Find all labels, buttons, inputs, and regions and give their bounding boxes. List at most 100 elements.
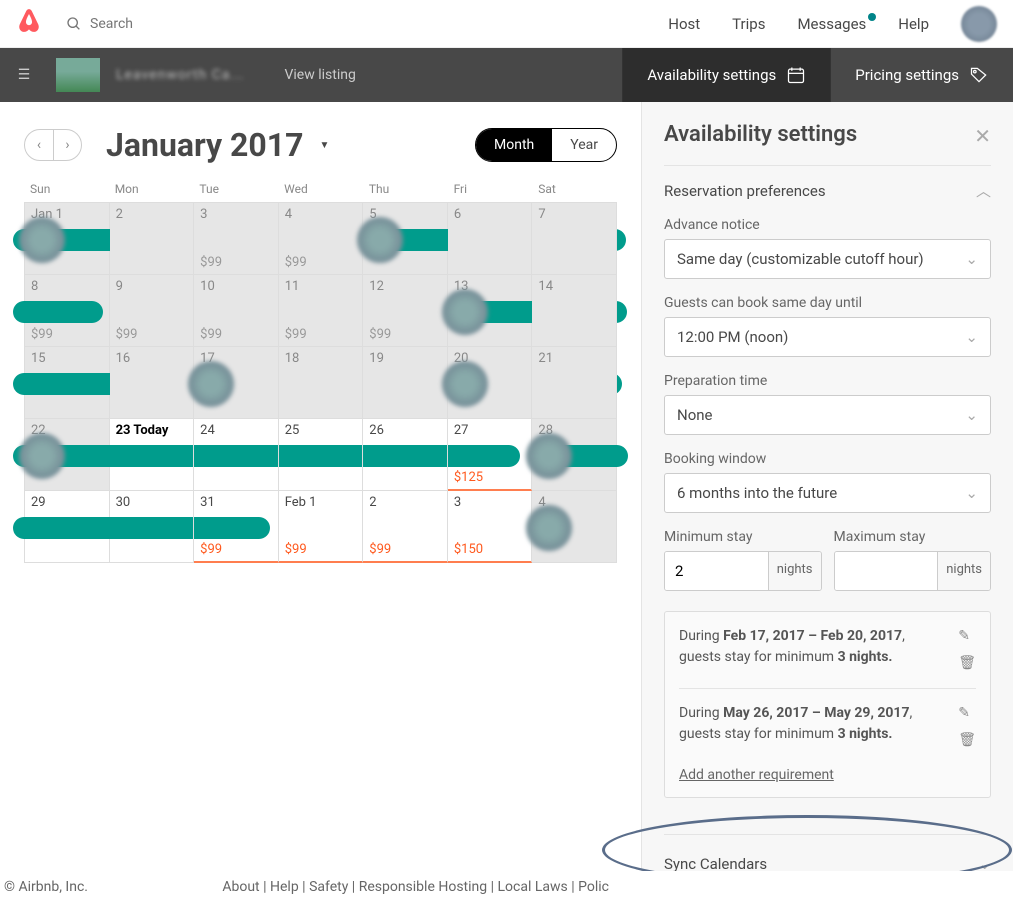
nav-help[interactable]: Help	[898, 15, 929, 33]
price: $99	[116, 327, 138, 342]
calendar-cell[interactable]: 2$99	[363, 491, 448, 563]
chevron-down-icon: ⌄	[965, 484, 978, 502]
month-dropdown-icon[interactable]: ▼	[319, 140, 329, 151]
close-icon[interactable]: ✕	[974, 124, 991, 148]
day-number: 29	[31, 495, 103, 510]
avatar[interactable]	[961, 6, 997, 42]
availability-panel: Availability settings ✕ Reservation pref…	[641, 102, 1013, 893]
price: $150	[454, 542, 483, 557]
day-number: 3	[200, 207, 272, 222]
price: $99	[369, 542, 391, 557]
nav-host[interactable]: Host	[668, 15, 700, 33]
day-number: 3	[454, 495, 526, 510]
calendar-cell[interactable]: 10$99	[194, 275, 279, 347]
copyright: © Airbnb, Inc.	[4, 879, 88, 895]
footer-link[interactable]: About	[222, 879, 259, 895]
booking-window-select[interactable]: 6 months into the future⌄	[664, 473, 991, 513]
day-number: 30	[116, 495, 188, 510]
chevron-down-icon: ⌄	[965, 250, 978, 268]
view-listing-link[interactable]: View listing	[284, 67, 355, 83]
day-number: 27	[454, 423, 526, 438]
day-number: 24	[200, 423, 272, 438]
prep-time-label: Preparation time	[664, 373, 991, 389]
calendar-cell[interactable]: 4	[532, 491, 617, 563]
calendar-cell[interactable]: 13	[448, 275, 533, 347]
nav-trips[interactable]: Trips	[732, 15, 765, 33]
delete-icon[interactable]: 🗑	[958, 653, 976, 674]
calendar-cell[interactable]: 21	[532, 347, 617, 419]
calendar-cell[interactable]: 6	[448, 203, 533, 275]
calendar-cell[interactable]: 9$99	[110, 275, 195, 347]
edit-icon[interactable]: ✎	[958, 703, 976, 724]
nav-messages[interactable]: Messages	[797, 15, 866, 33]
requirement-item: During May 26, 2017 – May 29, 2017, gues…	[679, 688, 976, 751]
calendar-panel: ‹ › January 2017 ▼ Month Year SunMonTueW…	[0, 102, 641, 893]
footer-link[interactable]: Help	[270, 879, 299, 895]
prev-month-button[interactable]: ‹	[25, 130, 53, 160]
pricing-settings-tab[interactable]: Pricing settings	[830, 48, 1013, 102]
calendar-cell[interactable]: 7	[532, 203, 617, 275]
calendar-cell[interactable]: Feb 1$99	[279, 491, 364, 563]
calendar-cell[interactable]: 14	[532, 275, 617, 347]
prep-time-select[interactable]: None⌄	[664, 395, 991, 435]
day-number: 25	[285, 423, 357, 438]
reservation-bar[interactable]	[13, 301, 103, 323]
calendar-cell[interactable]: 11$99	[279, 275, 364, 347]
calendar-icon	[786, 65, 806, 85]
calendar-cell[interactable]: 15	[25, 347, 110, 419]
calendar-cell[interactable]: 26	[363, 419, 448, 491]
footer-link[interactable]: Polic	[578, 879, 609, 895]
availability-settings-tab[interactable]: Availability settings	[622, 48, 830, 102]
reservation-preferences-section[interactable]: Reservation preferences︿	[664, 180, 991, 201]
next-month-button[interactable]: ›	[53, 130, 81, 160]
calendar-cell[interactable]: 18	[279, 347, 364, 419]
calendar-cell[interactable]: 5	[363, 203, 448, 275]
delete-icon[interactable]: 🗑	[958, 730, 976, 751]
menu-icon[interactable]: ☰	[0, 67, 48, 83]
guest-avatar	[442, 361, 488, 407]
listing-name: Leavenworth Ca...	[116, 67, 244, 83]
min-stay-input[interactable]: nights	[664, 551, 822, 591]
price: $99	[200, 327, 222, 342]
calendar-cell[interactable]: 29	[25, 491, 110, 563]
calendar-cell[interactable]: 16	[110, 347, 195, 419]
calendar-cell[interactable]: 31$99	[194, 491, 279, 563]
logo-icon[interactable]	[16, 6, 42, 41]
calendar-cell[interactable]: 2	[110, 203, 195, 275]
calendar-cell[interactable]: 3 $150	[448, 491, 533, 563]
add-requirement-link[interactable]: Add another requirement	[679, 767, 976, 783]
calendar-cell[interactable]: 24	[194, 419, 279, 491]
calendar-cell[interactable]: 4$99	[279, 203, 364, 275]
day-number: 2	[116, 207, 188, 222]
footer-link[interactable]: Local Laws	[498, 879, 568, 895]
search-input[interactable]: Search	[66, 16, 133, 32]
calendar-cell[interactable]: 22	[25, 419, 110, 491]
sameday-select[interactable]: 12:00 PM (noon)⌄	[664, 317, 991, 357]
advance-notice-select[interactable]: Same day (customizable cutoff hour)⌄	[664, 239, 991, 279]
listing-thumbnail[interactable]	[56, 58, 100, 92]
chevron-down-icon: ⌄	[965, 328, 978, 346]
footer-link[interactable]: Responsible Hosting	[359, 879, 487, 895]
calendar-cell[interactable]: 27 $125	[448, 419, 533, 491]
calendar-cell[interactable]: 25	[279, 419, 364, 491]
price: $125	[454, 470, 483, 485]
calendar-cell[interactable]: Jan 1	[25, 203, 110, 275]
calendar-cell[interactable]: 30	[110, 491, 195, 563]
search-placeholder: Search	[90, 16, 133, 32]
footer-link[interactable]: Safety	[309, 879, 348, 895]
calendar-cell[interactable]: 23 Today	[110, 419, 195, 491]
max-stay-input[interactable]: nights	[834, 551, 992, 591]
calendar-cell[interactable]: 8$99	[25, 275, 110, 347]
calendar-cell[interactable]: 3$99	[194, 203, 279, 275]
calendar-cell[interactable]: 17	[194, 347, 279, 419]
calendar-cell[interactable]: 20	[448, 347, 533, 419]
calendar-cell[interactable]: 12$99	[363, 275, 448, 347]
year-view-button[interactable]: Year	[552, 129, 616, 161]
sync-calendars-section[interactable]: Sync Calendars⌄	[664, 834, 991, 873]
edit-icon[interactable]: ✎	[958, 626, 976, 647]
day-number: 21	[538, 351, 610, 366]
day-number: 6	[454, 207, 526, 222]
month-view-button[interactable]: Month	[476, 129, 552, 161]
calendar-cell[interactable]: 19	[363, 347, 448, 419]
calendar-cell[interactable]: 28	[532, 419, 617, 491]
